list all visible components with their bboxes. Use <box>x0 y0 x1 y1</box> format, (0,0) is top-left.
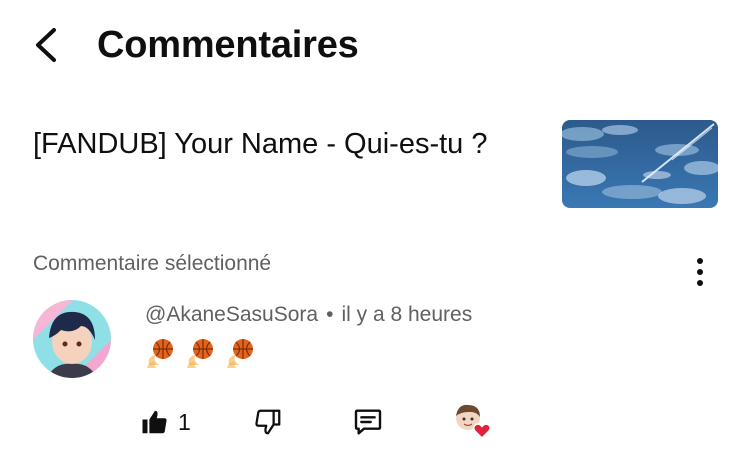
creator-heart-icon <box>456 404 492 440</box>
page-title: Commentaires <box>97 24 359 66</box>
thumbnail-image <box>562 120 718 208</box>
basketball-fire-icon <box>187 339 213 368</box>
reply-button[interactable] <box>352 400 384 444</box>
comment-actions: 1 <box>0 400 750 450</box>
like-button[interactable]: 1 <box>140 400 191 444</box>
comment-time: il y a 8 heures <box>341 303 473 326</box>
basketball-fire-icon <box>227 339 253 368</box>
comment-icon <box>354 409 382 435</box>
comment-author[interactable]: @AkaneSasuSora <box>145 303 318 326</box>
basketball-fire-icon <box>147 339 173 368</box>
video-title[interactable]: [FANDUB] Your Name - Qui-es-tu ? <box>33 124 523 165</box>
dislike-button[interactable] <box>253 400 283 444</box>
creator-heart-badge <box>452 400 494 444</box>
comment-text <box>145 335 257 375</box>
selected-comment-label: Commentaire sélectionné <box>33 252 272 275</box>
avatar[interactable] <box>33 300 111 378</box>
comment-meta: @AkaneSasuSora • il y a 8 heures <box>145 303 472 327</box>
thumbs-down-icon <box>255 409 281 435</box>
thumbs-up-filled-icon <box>142 410 167 434</box>
like-count: 1 <box>178 408 191 435</box>
back-button[interactable] <box>28 22 68 68</box>
video-thumbnail[interactable] <box>562 120 718 208</box>
video-info: [FANDUB] Your Name - Qui-es-tu ? <box>0 110 750 215</box>
header: Commentaires <box>0 0 750 90</box>
more-options-button[interactable] <box>688 255 712 289</box>
avatar-image <box>33 300 111 378</box>
chevron-left-icon <box>36 28 56 62</box>
meta-separator: • <box>326 303 334 326</box>
more-vertical-icon <box>697 258 703 286</box>
